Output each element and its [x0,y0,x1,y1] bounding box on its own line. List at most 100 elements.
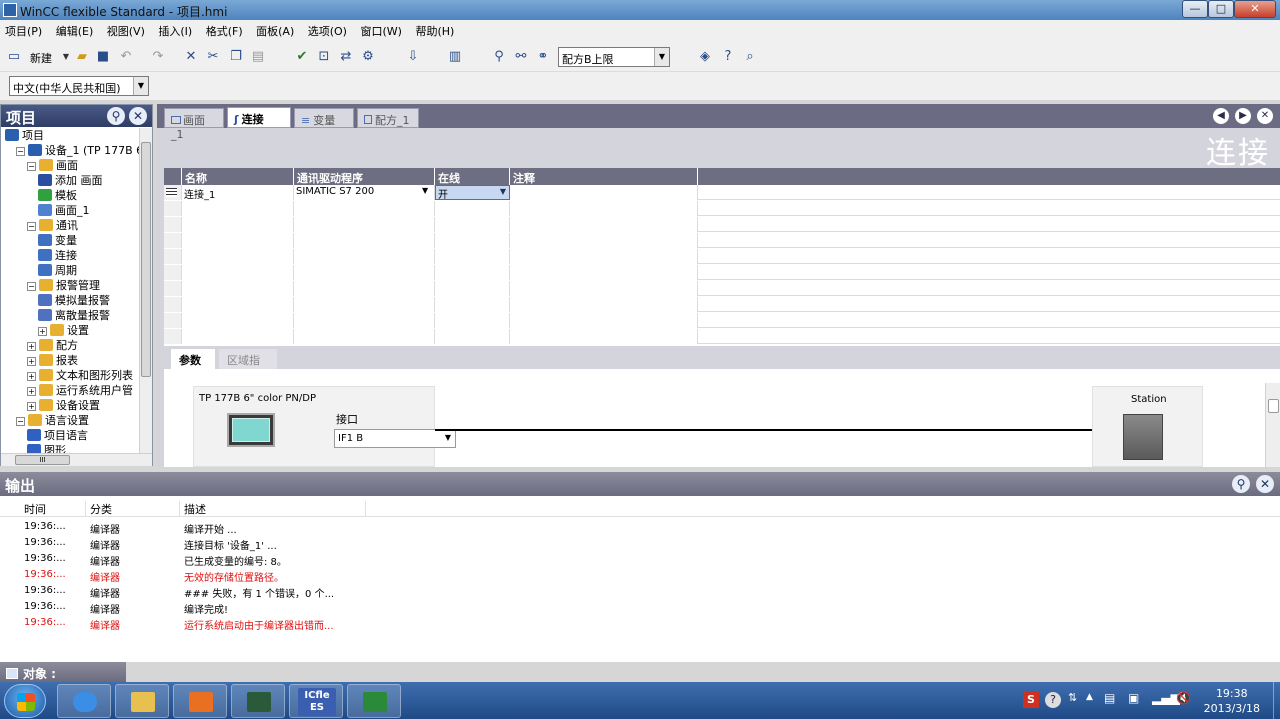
table-row[interactable] [164,249,1280,264]
tree-item[interactable]: 模拟量报警 [38,293,110,308]
table-cell[interactable]: 连接_1 [182,185,294,201]
tree-item[interactable]: + 配方 [27,338,78,353]
tab-parameters[interactable]: 参数 [171,349,215,369]
output-row[interactable]: 19:36:... 编译器 编译完成! [0,600,600,616]
chevron-down-icon[interactable]: ▼ [133,77,148,95]
taskbar-app-button[interactable] [115,684,169,718]
tree-item[interactable]: + 设置 [38,323,89,338]
tree-item[interactable]: 连接 [38,248,77,263]
menu-window[interactable]: 窗口(W) [355,20,406,39]
tray-s-icon[interactable]: S [1023,692,1039,708]
compile-icon[interactable]: ⊡ [316,49,332,65]
object-bar[interactable]: 对象 : [0,662,126,682]
interface-select[interactable]: IF1 B ▼ [334,429,456,448]
tree-item[interactable]: − 报警管理 [27,278,100,293]
collapse-icon[interactable]: − [16,147,25,156]
tree-hscroll-thumb[interactable]: III [15,455,70,465]
table-cell[interactable] [182,329,294,344]
tab-screen-1[interactable]: 画面_1 [164,108,224,141]
table-row[interactable] [164,201,1280,216]
show-desktop-button[interactable] [1273,682,1280,719]
table-cell[interactable] [435,217,510,232]
table-row[interactable] [164,313,1280,328]
tree-item[interactable]: − 画面 [27,158,78,173]
table-cell[interactable] [435,313,510,328]
table-cell[interactable] [294,249,435,264]
table-row[interactable]: 连接_1 SIMATIC S7 200 ▼ 开 ▼ [164,185,1280,201]
tab-tags[interactable]: ≡ 变量 [294,108,354,128]
chevron-down-icon[interactable]: ▼ [654,48,669,66]
tree-item[interactable]: − 语言设置 [16,413,89,428]
table-cell[interactable] [294,201,435,216]
table-cell[interactable] [294,297,435,312]
col-online[interactable]: 在线 [435,168,510,185]
output-row[interactable]: 19:36:... 编译器 运行系统启动由于编译器出错而... [0,616,600,632]
tree-item[interactable]: 模板 [38,188,77,203]
transfer-icon[interactable]: ⇄ [338,49,354,65]
chevron-down-icon[interactable]: ▼ [445,433,451,442]
table-row[interactable] [164,281,1280,296]
chevron-down-icon[interactable]: ▼ [500,187,506,196]
table-row[interactable] [164,329,1280,344]
output-row[interactable]: 19:36:... 编译器 已生成变量的编号: 8。 [0,552,600,568]
pin-icon[interactable]: ⚲ [1232,475,1250,493]
table-cell[interactable] [294,265,435,280]
menu-options[interactable]: 选项(O) [303,20,352,39]
table-cell[interactable] [510,233,698,248]
table-cell[interactable] [510,313,698,328]
tree-item[interactable]: 项目 [5,128,44,143]
close-editor-icon[interactable]: ✕ [1257,108,1273,124]
menu-view[interactable]: 视图(V) [102,20,150,39]
table-cell[interactable] [435,265,510,280]
taskbar-app-button[interactable]: ICfle ES [289,684,343,718]
col-time[interactable]: 时间 [20,501,86,517]
table-cell[interactable] [294,233,435,248]
link-icon[interactable]: ⚯ [513,49,529,65]
close-panel-icon[interactable]: ✕ [1256,475,1274,493]
taskbar-app-button[interactable] [231,684,285,718]
table-cell[interactable] [435,329,510,344]
table-cell[interactable] [182,281,294,296]
clock[interactable]: 19:38 2013/3/18 [1204,686,1260,716]
help-icon[interactable]: ? [720,49,736,65]
table-row[interactable] [164,265,1280,280]
new-icon[interactable]: ▭ [6,49,22,65]
open-icon[interactable]: ▰ [74,49,90,65]
recipe-select[interactable]: 配方B上限 ▼ [558,47,670,67]
tab-connections[interactable]: ʃ 连接 [227,107,291,128]
col-comment[interactable]: 注释 [510,168,698,185]
cut-icon[interactable]: ✂ [205,49,221,65]
tree-item[interactable]: − 设备_1 (TP 177B 6' [16,143,139,158]
tree-item[interactable]: + 运行系统用户管 [27,383,133,398]
collapse-icon[interactable]: − [16,417,25,426]
output-row[interactable]: 19:36:... 编译器 无效的存储位置路径。 [0,568,600,584]
maximize-button[interactable]: □ [1208,0,1234,18]
tab-recipe-1[interactable]: 配方_1 [357,108,419,128]
new-dropdown-icon[interactable]: ▼ [58,49,74,65]
table-cell[interactable] [510,281,698,296]
col-description[interactable]: 描述 [180,501,366,517]
tree-item[interactable]: 图形 [27,443,66,453]
collapse-icon[interactable]: − [27,222,36,231]
table-row[interactable] [164,297,1280,312]
table-cell[interactable] [294,281,435,296]
tree-item[interactable]: − 通讯 [27,218,78,233]
menu-help[interactable]: 帮助(H) [410,20,459,39]
menu-edit[interactable]: 编辑(E) [51,20,99,39]
tree-item[interactable]: + 报表 [27,353,78,368]
tree-item[interactable]: 离散量报警 [38,308,110,323]
table-cell[interactable] [435,281,510,296]
context-help-icon[interactable]: ⌕ [742,49,758,65]
tree-horizontal-scrollbar[interactable]: III [1,453,152,466]
table-cell[interactable] [435,297,510,312]
online-select[interactable]: 开 ▼ [435,185,510,201]
download-icon[interactable]: ⇩ [405,49,421,65]
paste-icon[interactable]: ▤ [250,49,266,65]
menu-insert[interactable]: 插入(I) [153,20,197,39]
taskbar-app-button[interactable] [173,684,227,718]
expand-icon[interactable]: + [27,372,36,381]
output-row[interactable]: 19:36:... 编译器 连接目标 '设备_1' ... [0,536,600,552]
chevron-down-icon[interactable]: ▼ [422,186,428,195]
table-cell[interactable] [510,201,698,216]
table-cell[interactable] [510,249,698,264]
